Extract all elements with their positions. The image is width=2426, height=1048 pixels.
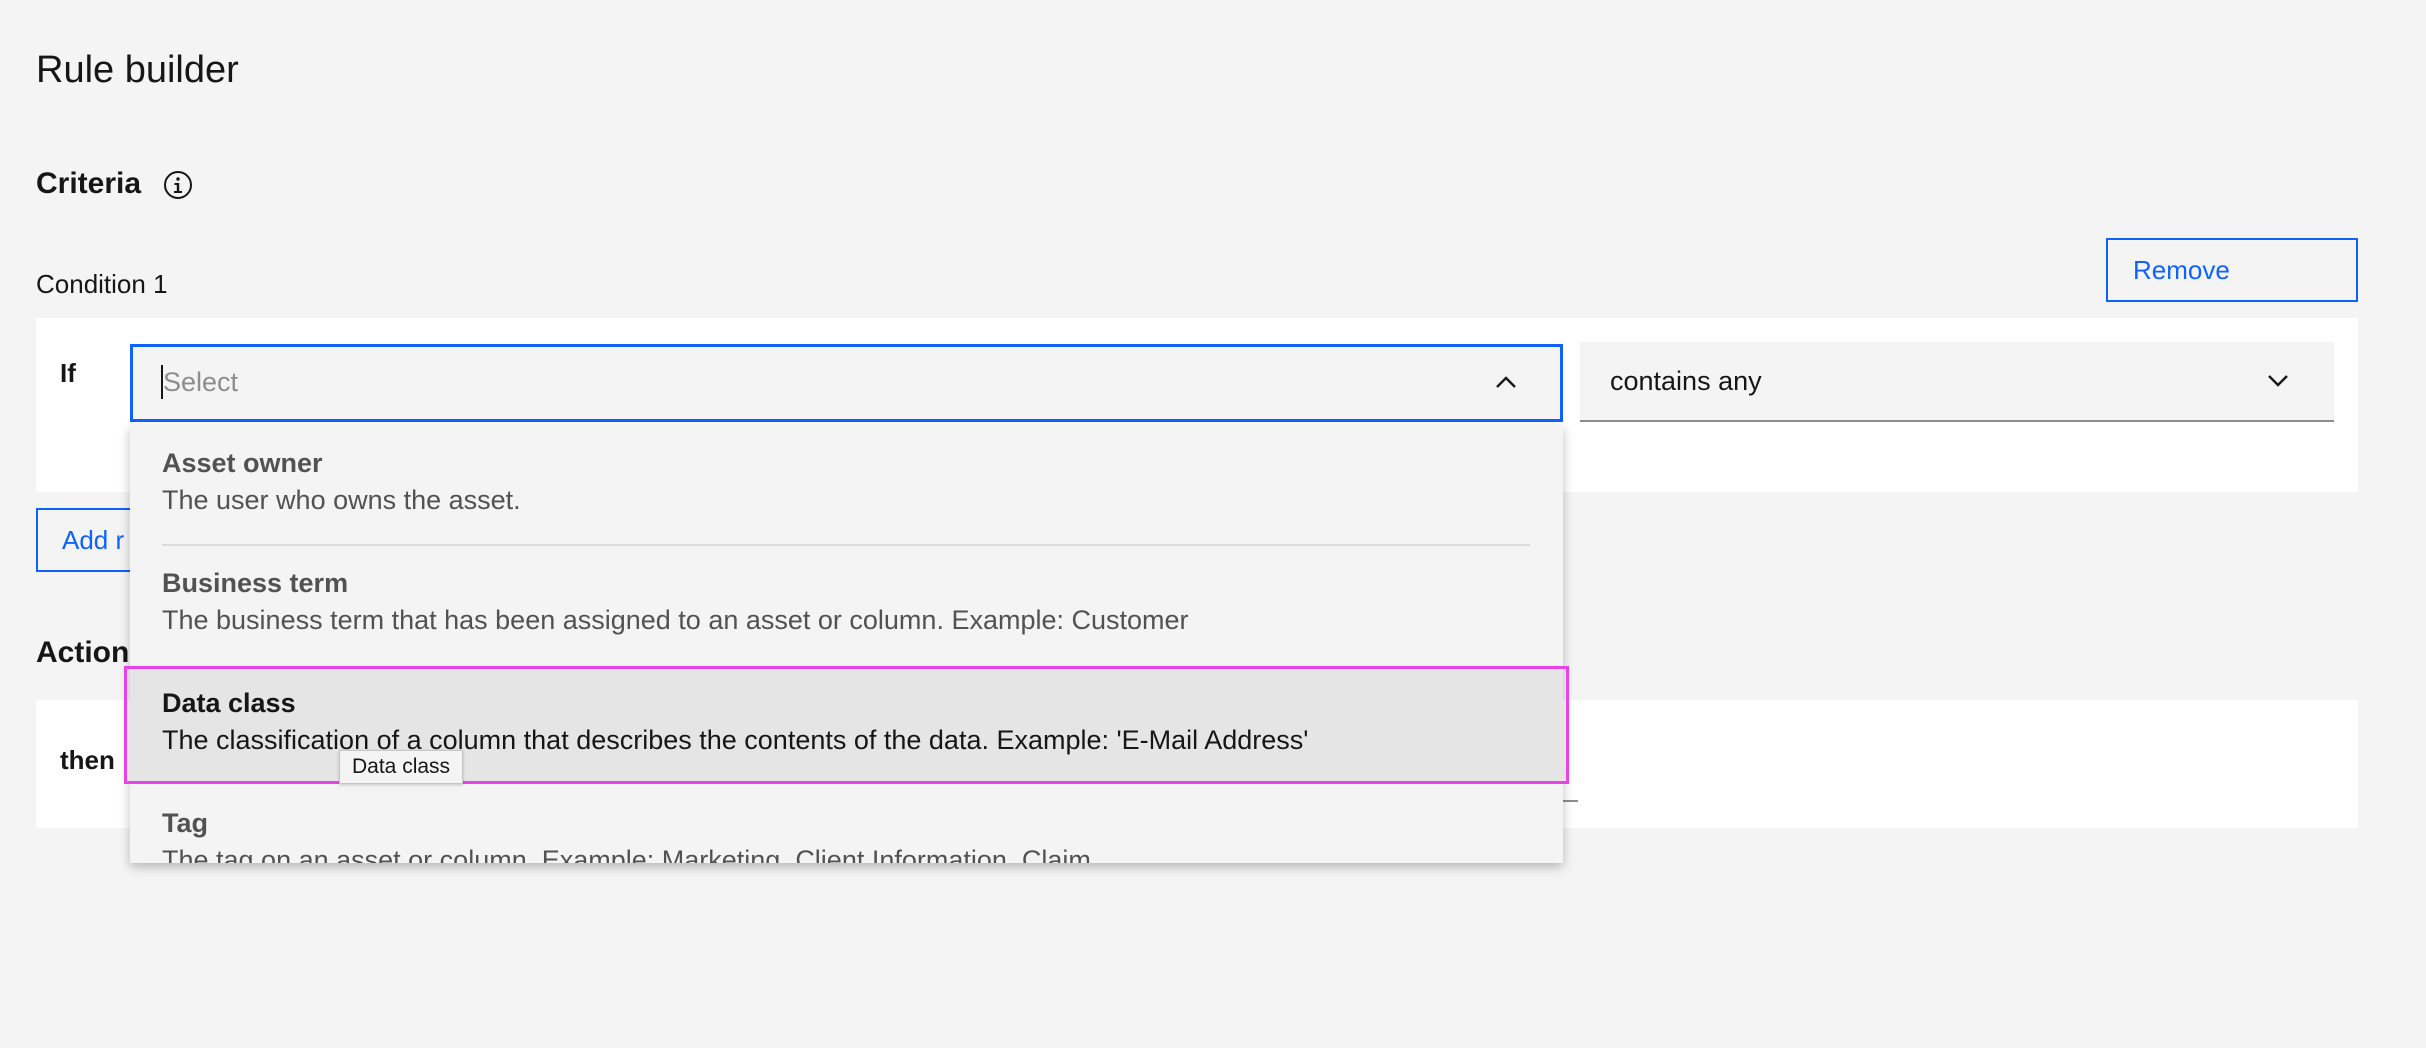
remove-condition-button[interactable]: Remove (2106, 238, 2358, 302)
chevron-down-icon[interactable] (2264, 366, 2292, 394)
option-description: The tag on an asset or column. Example: … (162, 845, 1091, 863)
criteria-heading: Criteria (36, 167, 142, 200)
info-icon[interactable] (162, 169, 194, 201)
option-title: Business term (162, 568, 349, 598)
property-dropdown-menu: Asset owner The user who owns the asset.… (130, 425, 1563, 863)
option-title: Tag (162, 808, 208, 838)
option-description: The user who owns the asset. (162, 485, 521, 515)
option-title: Asset owner (162, 448, 323, 478)
then-label: then (60, 745, 115, 775)
add-rule-button-label: Add r (62, 524, 125, 555)
operator-value: contains any (1610, 366, 1762, 396)
text-cursor (161, 365, 163, 399)
chevron-up-icon[interactable] (1492, 369, 1520, 397)
actions-heading: Action (36, 636, 130, 669)
remove-button-label: Remove (2133, 254, 2230, 285)
tooltip: Data class (339, 750, 464, 784)
option-description: The business term that has been assigned… (162, 605, 1189, 635)
option-asset-owner[interactable]: Asset owner The user who owns the asset. (130, 445, 1563, 545)
option-tag[interactable]: Tag The tag on an asset or column. Examp… (130, 805, 1563, 863)
property-select[interactable]: Select (130, 344, 1563, 422)
condition-label: Condition 1 (36, 269, 168, 299)
operator-select[interactable]: contains any (1580, 342, 2334, 422)
option-divider (162, 544, 1530, 546)
if-label: If (60, 358, 76, 388)
page-title: Rule builder (36, 49, 239, 91)
select-placeholder: Select (163, 367, 239, 397)
option-business-term[interactable]: Business term The business term that has… (130, 565, 1563, 665)
